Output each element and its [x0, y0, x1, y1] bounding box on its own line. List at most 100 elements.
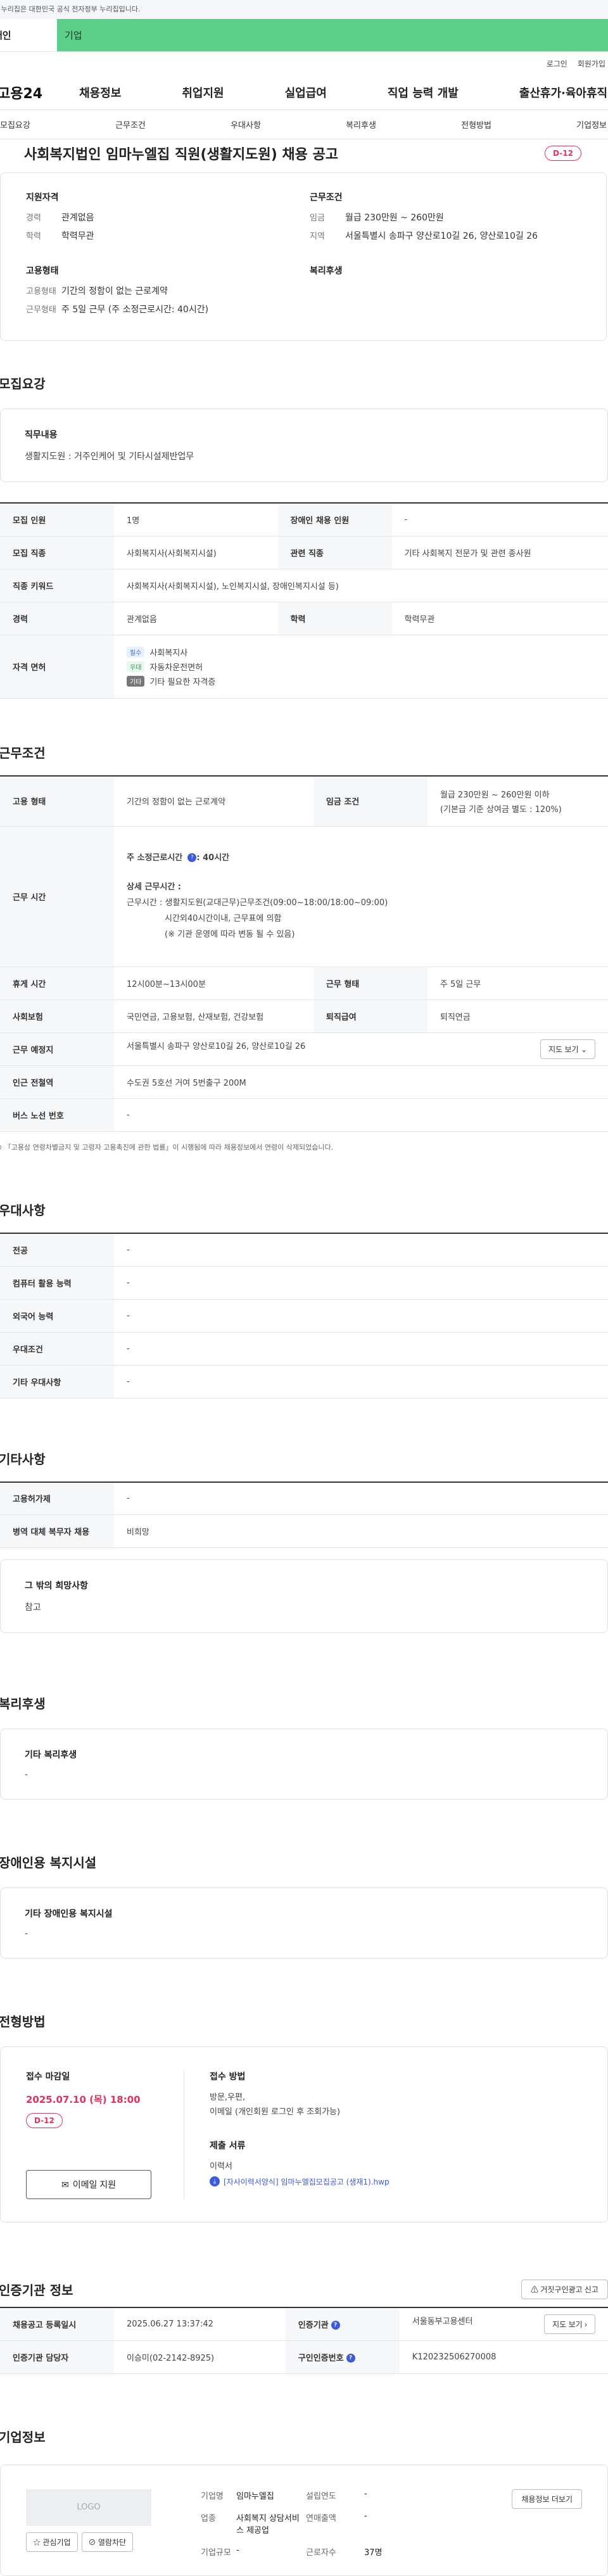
table-row: 컴퓨터 활용 능력- [0, 1266, 608, 1299]
disability-section-title: 장애인용 복지시설 [0, 1853, 608, 1871]
table-header: 휴게 시간 [0, 967, 114, 1000]
etc-section-title: 기타사항 [0, 1449, 608, 1468]
summary-conditions: 근무조건 임금월급 230만원 ~ 260만원 지역서울특별시 송파구 양산로1… [310, 191, 581, 248]
site-logo[interactable]: 고용24 [0, 82, 42, 103]
help-icon[interactable]: ? [187, 853, 196, 862]
docs-text: 이력서 [210, 2159, 582, 2171]
table-row: 인증기관 담당자이승미(02-2142-8925) 구인인증번호? K12023… [0, 2340, 608, 2373]
summary-value: 기간의 정함이 없는 근로계약 [61, 284, 168, 297]
favorite-company-button[interactable]: ☆ 관심기업 [26, 2532, 78, 2552]
tab-recruit[interactable]: 모집요강 [0, 118, 30, 130]
help-icon[interactable]: ? [331, 2321, 340, 2330]
table-cell: 12시00분~13시00분 [114, 967, 314, 1000]
gnb-menu-parental-leave[interactable]: 출산휴가·육아휴직 [519, 84, 607, 101]
summary-label: 학력 [26, 229, 61, 242]
table-header: 인증기관 담당자 [0, 2340, 114, 2373]
summary-label: 근무형태 [26, 303, 61, 315]
summary-value: 서울특별시 송파구 양산로10길 26, 양산로10길 26 [345, 229, 538, 242]
license-name: 사회복지사 [149, 646, 187, 658]
help-icon[interactable]: ? [346, 2354, 355, 2363]
preference-section: 우대사항 전공- 컴퓨터 활용 능력- 외국어 능력- 우대조건- 기타 우대사… [0, 1200, 608, 1399]
summary-qualification-title: 지원자격 [26, 191, 297, 203]
table-header: 근무 시간 [0, 827, 114, 967]
table-row: 휴게 시간12시00분~13시00분 근무 형태주 5일 근무 [0, 967, 608, 1000]
work-time-cell: 주 소정근로시간 ?: 40시간 상세 근무시간 : 근무시간 : 생활지도원(… [114, 827, 608, 967]
attachment-link[interactable]: ⤓[자사이력서양식] 임마누엘집모집공고 (생재1).hwp [210, 2176, 582, 2187]
welfare-title: 기타 복리후생 [25, 1748, 583, 1761]
gnb-menu-skill-dev[interactable]: 직업 능력 개발 [388, 84, 459, 101]
gnb-menu-jobs[interactable]: 채용정보 [79, 84, 121, 101]
table-cell: 주 5일 근무 [428, 967, 608, 1000]
job-title-bar: 사회복지법인 임마누엘집 직원(생활지도원) 채용 공고 D-12 [0, 139, 608, 167]
company-label: 업종 [201, 2511, 236, 2535]
more-jobs-button[interactable]: 채용정보 더보기 [512, 2489, 582, 2509]
company-label: 근로자수 [306, 2546, 364, 2558]
duty-text: 생활지도원 : 거주인케어 및 기타시설제반업무 [25, 450, 583, 462]
block-label: 열람차단 [98, 2538, 126, 2547]
tab-welfare[interactable]: 복리후생 [346, 118, 376, 130]
tab-preferences[interactable]: 우대사항 [231, 118, 261, 130]
tab-work-conditions[interactable]: 근무조건 [115, 118, 146, 130]
map-view-button[interactable]: 지도 보기 ⌄ [540, 1039, 595, 1059]
favorite-label: 관심기업 [42, 2538, 70, 2547]
method-line: 방문,우편, [210, 2090, 582, 2105]
etc-section: 기타사항 고용허가제- 병역 대체 복무자 채용비희망 그 밖의 희망사항 참고 [0, 1449, 608, 1634]
work-place-address: 서울특별시 송파구 양산로10길 26, 양산로10길 26 [127, 1042, 305, 1051]
company-label: 기업규모 [201, 2546, 236, 2558]
agency-name: 서울동부고용센터 [412, 2317, 473, 2326]
table-header: 관련 직종 [278, 536, 392, 569]
gnb-menu-unemployment-benefit[interactable]: 실업급여 [285, 84, 327, 101]
method-line: 이메일 (개인회원 로그인 후 조회가능) [210, 2105, 582, 2119]
tab-company[interactable]: 기업정보 [576, 118, 607, 130]
table-header: 모집 직종 [0, 536, 114, 569]
table-cell: - [114, 1332, 608, 1365]
signup-link[interactable]: 회원가입 [578, 58, 605, 69]
global-nav: 고용24 채용정보 취업지원 실업급여 직업 능력 개발 출산휴가·육아휴직 [0, 75, 608, 110]
table-cell: - [114, 1233, 608, 1266]
company-logo-panel: LOGO ☆ 관심기업 ⊘ 열람차단 [26, 2489, 151, 2551]
duty-box: 직무내용 생활지도원 : 거주인케어 및 기타시설제반업무 [0, 409, 608, 482]
company-value: - [364, 2489, 434, 2501]
table-header: 근무 예정지 [0, 1033, 114, 1066]
table-header: 학력 [278, 602, 392, 635]
star-icon: ☆ [33, 2538, 41, 2547]
table-header: 퇴직급여 [314, 1000, 428, 1033]
email-apply-button[interactable]: ✉이메일 지원 [26, 2170, 151, 2199]
table-header: 인근 전철역 [0, 1066, 114, 1099]
gnb-menu-employment-support[interactable]: 취업지원 [182, 84, 224, 101]
disability-box: 기타 장애인용 복지시설 - [0, 1888, 608, 1958]
license-name: 자동차운전면허 [149, 661, 203, 673]
detail-hours-title: 상세 근무시간 : [127, 882, 181, 892]
detail-hours-line: (※ 기관 운영에 따라 변동 될 수 있음) [127, 927, 595, 943]
block-view-button[interactable]: ⊘ 열람차단 [82, 2532, 134, 2552]
tab-personal[interactable]: 개인 [0, 19, 57, 51]
table-cell: 기타 사회복지 전문가 및 관련 종사원 [392, 536, 608, 569]
deadline-title: 접수 마감일 [26, 2070, 165, 2083]
tab-selection[interactable]: 전형방법 [461, 118, 491, 130]
agency-map-button[interactable]: 지도 보기 › [544, 2314, 595, 2334]
welfare-section-title: 복리후생 [0, 1694, 608, 1712]
gov-banner-text: 이 누리집은 대한민국 공식 전자정부 누리집입니다. [0, 0, 141, 19]
table-row: 모집 직종사회복지사(사회복지시설) 관련 직종기타 사회복지 전문가 및 관련… [0, 536, 608, 569]
more-jobs-label: 채용정보 더보기 [521, 2495, 573, 2504]
report-icon: ⚠ [531, 2285, 538, 2294]
summary-qualification: 지원자격 경력관계없음 학력학력무관 [26, 191, 297, 248]
disability-section: 장애인용 복지시설 기타 장애인용 복지시설 - [0, 1853, 608, 1958]
gov-banner: 이 누리집은 대한민국 공식 전자정부 누리집입니다. [0, 0, 608, 19]
company-label: 기업명 [201, 2489, 236, 2501]
tab-company[interactable]: 기업 [57, 19, 608, 51]
summary-welfare: 복리후생 [310, 264, 581, 321]
summary-welfare-title: 복리후생 [310, 264, 581, 277]
table-header: 모집 인원 [0, 503, 114, 536]
table-header: 구인인증번호? [286, 2340, 400, 2373]
table-header: 자격 면허 [0, 635, 114, 698]
login-link[interactable]: 로그인 [547, 58, 567, 69]
age-notice: ※ 「고용상 연령차별금지 및 고령자 고용촉진에 관한 법률」이 시행됨에 따… [0, 1142, 608, 1152]
table-row: 기타 우대사항- [0, 1365, 608, 1398]
company-section: 기업정보 LOGO ☆ 관심기업 ⊘ 열람차단 기업명임마누엘집 설립연도- 업… [0, 2427, 608, 2576]
table-row: 자격 면허 필수사회복지사 우대자동차운전면허 기타기타 필요한 자격증 [0, 635, 608, 698]
report-fake-ad-button[interactable]: ⚠ 거짓구인광고 신고 [521, 2280, 608, 2299]
table-header: 인증기관? [286, 2307, 400, 2340]
tab-personal-label: 개인 [0, 29, 11, 42]
license-item: 기타기타 필요한 자격증 [127, 675, 595, 687]
